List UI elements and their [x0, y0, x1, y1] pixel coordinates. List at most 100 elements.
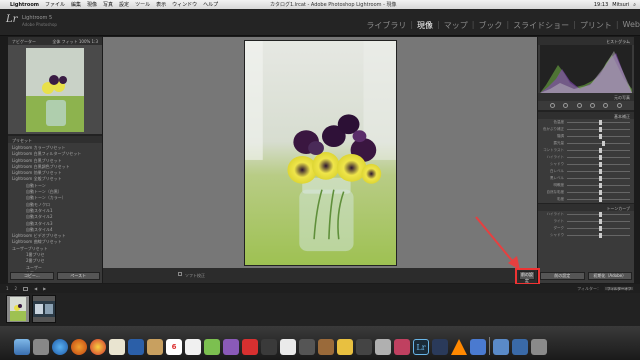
- menu-settings[interactable]: 設定: [119, 1, 129, 8]
- slider-track[interactable]: [567, 134, 630, 139]
- trash-icon[interactable]: [531, 339, 547, 355]
- slider-track[interactable]: [567, 162, 630, 167]
- red-eye-icon[interactable]: [576, 103, 582, 108]
- presets-header[interactable]: プリセット: [8, 135, 102, 143]
- app-icon[interactable]: [394, 339, 410, 355]
- slider-track[interactable]: [567, 197, 630, 202]
- basic-panel-header[interactable]: 基本補正: [538, 111, 634, 119]
- image-canvas[interactable]: [103, 37, 537, 268]
- grid-view-icon[interactable]: [23, 286, 29, 291]
- utility-icon[interactable]: [318, 339, 334, 355]
- slider-track[interactable]: [567, 226, 630, 231]
- radial-filter-icon[interactable]: [603, 103, 609, 108]
- notes-icon[interactable]: [185, 339, 201, 355]
- crop-tool-icon[interactable]: [550, 103, 556, 108]
- page-2-button[interactable]: 2: [15, 286, 18, 291]
- slider-knob[interactable]: [598, 148, 602, 153]
- slider-track[interactable]: [567, 155, 630, 160]
- adjust-slider[interactable]: 彩度: [538, 196, 634, 203]
- disk-utility-icon[interactable]: [375, 339, 391, 355]
- module-library[interactable]: ライブラリ: [366, 20, 406, 31]
- module-web[interactable]: Web: [623, 20, 640, 31]
- slider-knob[interactable]: [598, 169, 602, 174]
- spotlight-icon[interactable]: ⌕: [633, 2, 636, 8]
- main-photo[interactable]: [244, 40, 397, 266]
- page-1-button[interactable]: 1: [6, 286, 9, 291]
- adjust-slider[interactable]: シャドウ: [538, 161, 634, 168]
- slider-knob[interactable]: [598, 190, 602, 195]
- stamp-icon[interactable]: [109, 339, 125, 355]
- menu-file[interactable]: ファイル: [45, 1, 65, 8]
- adjust-slider[interactable]: 色かぶり補正: [538, 126, 634, 133]
- menu-photo[interactable]: 写真: [103, 1, 113, 8]
- slider-knob[interactable]: [598, 155, 602, 160]
- adjust-slider[interactable]: 階調: [538, 133, 634, 140]
- clock[interactable]: 19:13: [594, 2, 608, 8]
- preview-icon[interactable]: [280, 339, 296, 355]
- slider-knob[interactable]: [598, 197, 602, 202]
- folder-icon[interactable]: [337, 339, 353, 355]
- menu-view[interactable]: 表示: [156, 1, 166, 8]
- adjust-slider[interactable]: 自然な彩度: [538, 189, 634, 196]
- slider-track[interactable]: [567, 148, 630, 153]
- module-book[interactable]: ブック: [478, 20, 502, 31]
- nav-back-icon[interactable]: ◀: [34, 286, 37, 291]
- adjust-slider[interactable]: 露光量: [538, 140, 634, 147]
- slider-track[interactable]: [567, 169, 630, 174]
- slider-track[interactable]: [567, 219, 630, 224]
- slider-track[interactable]: [567, 127, 630, 132]
- reset-button[interactable]: 初期化（Adobe）: [587, 272, 632, 280]
- filter-dropdown[interactable]: フィルターオフ: [604, 286, 634, 291]
- slider-knob[interactable]: [598, 226, 602, 231]
- slider-knob[interactable]: [598, 127, 602, 132]
- slider-track[interactable]: [567, 190, 630, 195]
- slider-knob[interactable]: [598, 212, 602, 217]
- downloads-stack-icon[interactable]: [493, 339, 509, 355]
- slider-knob[interactable]: [598, 162, 602, 167]
- messages-icon[interactable]: [204, 339, 220, 355]
- histogram-header[interactable]: ヒストグラム: [538, 37, 634, 45]
- adjust-slider[interactable]: ダーク: [538, 225, 634, 232]
- nav-forward-icon[interactable]: ▶: [43, 286, 46, 291]
- app-store-icon[interactable]: [261, 339, 277, 355]
- previous-button[interactable]: 前の設定: [519, 271, 535, 283]
- filmstrip-thumbnail[interactable]: [32, 295, 56, 323]
- menu-help[interactable]: ヘルプ: [203, 1, 218, 8]
- documents-stack-icon[interactable]: [512, 339, 528, 355]
- slider-track[interactable]: [567, 176, 630, 181]
- module-develop[interactable]: 現像: [417, 20, 433, 31]
- menu-edit[interactable]: 編集: [71, 1, 81, 8]
- module-map[interactable]: マップ: [444, 20, 468, 31]
- slider-knob[interactable]: [598, 134, 602, 139]
- navigator-preview[interactable]: [8, 45, 102, 135]
- adjust-slider[interactable]: 白レベル: [538, 168, 634, 175]
- safari-icon[interactable]: [52, 339, 68, 355]
- adjust-slider[interactable]: ハイライト: [538, 211, 634, 218]
- adjust-slider[interactable]: ライト: [538, 218, 634, 225]
- menu-window[interactable]: ウィンドウ: [172, 1, 197, 8]
- photoshop-icon[interactable]: [432, 339, 448, 355]
- previous-settings-button[interactable]: 前の設定: [540, 272, 585, 280]
- module-print[interactable]: プリント: [580, 20, 612, 31]
- slider-knob[interactable]: [598, 233, 602, 238]
- launchpad-icon[interactable]: [33, 339, 49, 355]
- lightroom-icon[interactable]: Lr: [413, 339, 429, 355]
- app-menu[interactable]: Lightroom: [10, 2, 39, 8]
- filmstrip-thumbnail[interactable]: [6, 295, 30, 323]
- slider-track[interactable]: [567, 233, 630, 238]
- contacts-icon[interactable]: [147, 339, 163, 355]
- tone-curve-header[interactable]: トーンカーブ: [538, 203, 634, 211]
- module-slideshow[interactable]: スライドショー: [513, 20, 569, 31]
- music-icon[interactable]: [223, 339, 239, 355]
- firefox-icon[interactable]: [71, 339, 87, 355]
- slider-track[interactable]: [567, 212, 630, 217]
- photo-booth-icon[interactable]: [242, 339, 258, 355]
- terminal-icon[interactable]: [356, 339, 372, 355]
- finder-icon[interactable]: [14, 339, 30, 355]
- slider-knob[interactable]: [598, 183, 602, 188]
- slider-track[interactable]: [567, 120, 630, 125]
- adjust-slider[interactable]: シャドウ: [538, 232, 634, 239]
- paste-settings-button[interactable]: ペースト: [56, 272, 100, 280]
- graduated-filter-icon[interactable]: [590, 103, 596, 108]
- ical-icon[interactable]: [128, 339, 144, 355]
